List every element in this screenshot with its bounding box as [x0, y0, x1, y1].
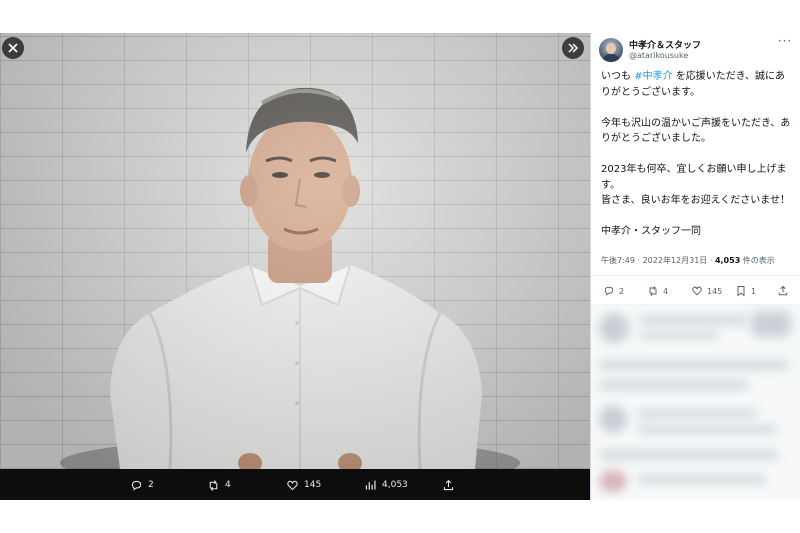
tweet-text: いつも #中孝介 を応援いただき、誠にありがとうございます。 今年も沢山の温かい… — [601, 69, 795, 240]
like-count: 145 — [707, 286, 723, 296]
avatar[interactable] — [599, 38, 623, 62]
tweet-paragraph-3b: 皆さま、良いお年をお迎えくださいませ！ — [601, 195, 790, 206]
media-reply-button[interactable]: 2 — [130, 477, 154, 493]
repost-count: 4 — [663, 286, 669, 296]
repost-button[interactable]: 4 — [647, 285, 668, 297]
media-action-bar: 2 4 145 4,053 — [0, 469, 590, 500]
tweet-sidebar: 中孝介＆スタッフ @atarikousuke ··· いつも #中孝介 を応援い… — [590, 33, 800, 500]
video-frame[interactable] — [0, 33, 590, 469]
tweet-timestamp[interactable]: 午後7:49 · 2022年12月31日 · — [601, 256, 715, 265]
reply-icon — [131, 480, 142, 491]
repost-icon — [209, 479, 218, 491]
close-button[interactable] — [2, 37, 24, 59]
blurred-replies — [591, 305, 800, 500]
bookmark-button[interactable]: 1 — [735, 285, 756, 297]
bookmark-icon — [737, 286, 745, 297]
media-viewer: 2 4 145 4,053 — [0, 33, 590, 500]
media-like-button[interactable]: 145 — [286, 477, 321, 493]
tweet-paragraph-1: いつも #中孝介 を応援いただき、誠にありがとうございます。 — [601, 69, 795, 100]
reply-button[interactable]: 2 — [603, 285, 624, 297]
tweet-paragraph-2: 今年も沢山の温かいご声援をいただき、ありがとうございました。 — [601, 117, 791, 145]
tweet-viewer: 2 4 145 4,053 中孝介＆スタッフ @atarikousuke ···… — [0, 0, 800, 533]
more-options-button[interactable]: ··· — [777, 34, 793, 50]
share-icon — [443, 479, 454, 490]
media-repost-count: 4 — [225, 480, 231, 490]
media-reply-count: 2 — [148, 480, 154, 490]
tweet-paragraph-4: 中孝介・スタッフ一同 — [601, 226, 701, 237]
author-display-name[interactable]: 中孝介＆スタッフ — [629, 38, 701, 51]
views-label: 件の表示 — [740, 256, 775, 265]
divider — [591, 275, 800, 276]
share-icon — [778, 285, 788, 296]
reply-icon — [604, 286, 614, 296]
heart-icon — [287, 480, 298, 490]
author-handle[interactable]: @atarikousuke — [629, 51, 688, 60]
close-icon — [8, 43, 18, 53]
media-share-button[interactable] — [442, 477, 455, 493]
tweet-action-bar: 2 4 145 1 — [591, 281, 800, 303]
more-dots-icon: ··· — [777, 34, 793, 48]
views-chart-icon — [365, 480, 376, 490]
media-views-button[interactable]: 4,053 — [364, 477, 408, 493]
hashtag-link[interactable]: #中孝介 — [634, 71, 672, 82]
reply-count: 2 — [619, 286, 625, 296]
share-button[interactable] — [777, 285, 789, 297]
media-repost-button[interactable]: 4 — [207, 477, 231, 493]
tweet-paragraph-3a: 2023年も何卒、宜しくお願い申し上げます。 — [601, 164, 787, 191]
bookmark-count: 1 — [751, 286, 757, 296]
double-chevron-right-icon — [568, 43, 579, 53]
like-button[interactable]: 145 — [691, 285, 722, 297]
views-count: 4,053 — [714, 256, 741, 265]
tweet-meta: 午後7:49 · 2022年12月31日 · 4,053 件の表示 — [601, 255, 799, 266]
tweet-text-prefix: いつも — [601, 71, 635, 82]
repost-icon — [649, 286, 657, 296]
expand-sidebar-button[interactable] — [562, 37, 584, 59]
media-views-count: 4,053 — [382, 480, 408, 490]
heart-icon — [692, 286, 702, 296]
media-like-count: 145 — [304, 480, 322, 490]
